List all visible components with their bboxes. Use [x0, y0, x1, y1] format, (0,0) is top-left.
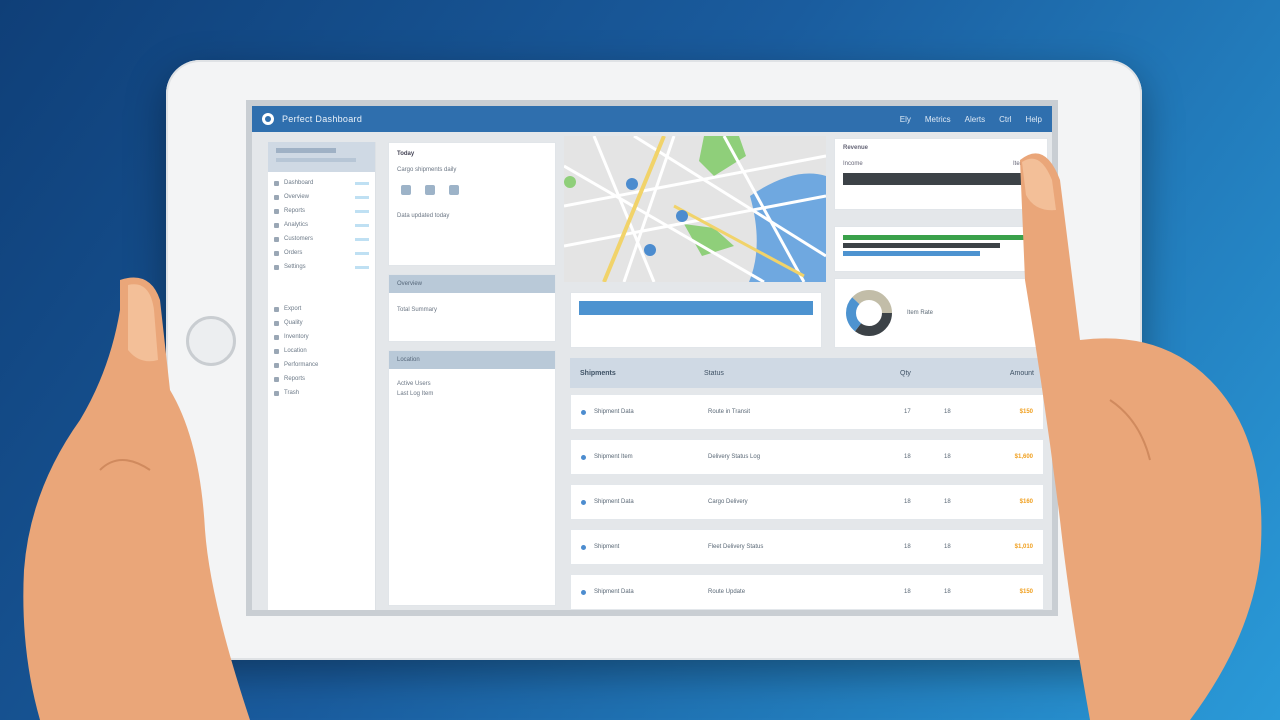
activity-bar [579, 301, 813, 315]
right-hand [1020, 153, 1262, 720]
donut-label: Item Rate [907, 310, 934, 316]
sidebar-item[interactable]: Export [268, 302, 375, 316]
sidebar-item[interactable]: Dashboard [268, 176, 375, 190]
column-header[interactable]: Shipments [580, 370, 704, 377]
sidebar: Dashboard Overview Reports Analytics Cus… [268, 142, 376, 610]
item-icon [274, 194, 279, 200]
donut-chart [846, 290, 892, 336]
card-line: Cargo shipments daily [397, 167, 457, 173]
map-pin-icon [626, 178, 638, 190]
table-row[interactable]: Shipment Fleet Delivery Status 18 18 $1,… [570, 529, 1044, 565]
sidebar-item[interactable]: Location [268, 344, 375, 358]
map-graphic [564, 136, 826, 282]
sidebar-item[interactable]: Inventory [268, 330, 375, 344]
table-row[interactable]: Shipment Data Route Update 18 18 $150 [570, 574, 1044, 610]
item-icon [274, 264, 279, 270]
map-view[interactable] [564, 136, 826, 282]
middle-column: Today Cargo shipments daily Data updated… [388, 142, 556, 610]
sidebar-item[interactable]: Reports [268, 204, 375, 218]
table-row[interactable]: Shipment Data Cargo Delivery 18 18 $160 [570, 484, 1044, 520]
card-header: Overview [389, 275, 555, 293]
item-icon [274, 180, 279, 186]
table-row[interactable]: Shipment Data Route in Transit 17 18 $15… [570, 394, 1044, 430]
activity-card [570, 292, 822, 348]
globe-icon [449, 185, 459, 195]
card-header: Location [389, 351, 555, 369]
status-dot-icon [581, 544, 586, 550]
card-line: Active Users [397, 381, 431, 387]
progress-bar [843, 251, 981, 256]
nav-item[interactable]: Help [1026, 115, 1042, 124]
sidebar-item[interactable]: Customers [268, 232, 375, 246]
sidebar-item[interactable]: Performance [268, 358, 375, 372]
nav-item[interactable]: Ely [900, 115, 911, 124]
map-pin-icon [644, 244, 656, 256]
map-pin-icon [676, 210, 688, 222]
status-dot-icon [581, 409, 586, 415]
card-line: Last Log Item [397, 391, 434, 397]
left-hand [23, 277, 251, 720]
column-header[interactable]: Status [704, 370, 900, 377]
status-dot-icon [581, 499, 586, 505]
nav-item[interactable]: Metrics [925, 115, 951, 124]
income-label: Income [843, 161, 863, 167]
item-icon [274, 250, 279, 256]
nav-item[interactable]: Ctrl [999, 115, 1011, 124]
top-nav: Ely Metrics Alerts Ctrl Help [900, 115, 1042, 124]
today-card: Today Cargo shipments daily Data updated… [388, 142, 556, 266]
app-title: Perfect Dashboard [282, 114, 363, 124]
location-card: Location Active Users Last Log Item [388, 350, 556, 606]
app-screen: Perfect Dashboard Ely Metrics Alerts Ctr… [246, 100, 1058, 616]
logo-icon [262, 113, 274, 125]
title-bar: Perfect Dashboard Ely Metrics Alerts Ctr… [252, 106, 1052, 132]
item-icon [274, 222, 279, 228]
table-row[interactable]: Shipment Item Delivery Status Log 18 18 … [570, 439, 1044, 475]
item-icon [274, 236, 279, 242]
progress-bar [843, 243, 1000, 248]
sidebar-item[interactable]: Overview [268, 190, 375, 204]
status-dot-icon [581, 454, 586, 460]
sidebar-item[interactable]: Settings [268, 260, 375, 274]
nav-item[interactable]: Alerts [965, 115, 985, 124]
table-header: Shipments Status Qty Amount [570, 358, 1044, 388]
box-icon [401, 185, 411, 195]
sidebar-header [268, 142, 375, 172]
sidebar-item[interactable]: Analytics [268, 218, 375, 232]
sidebar-item[interactable]: Reports [268, 372, 375, 386]
column-header[interactable]: Qty [900, 370, 940, 377]
sidebar-item[interactable]: Trash [268, 386, 375, 400]
card-line: Total Summary [397, 307, 438, 313]
sidebar-item[interactable]: Quality [268, 316, 375, 330]
status-dot-icon [581, 589, 586, 595]
card-title: Today [397, 151, 415, 157]
item-icon [274, 208, 279, 214]
sidebar-item[interactable]: Orders [268, 246, 375, 260]
truck-icon [425, 185, 435, 195]
card-footer: Data updated today [397, 213, 450, 219]
overview-card: Overview Total Summary [388, 274, 556, 342]
